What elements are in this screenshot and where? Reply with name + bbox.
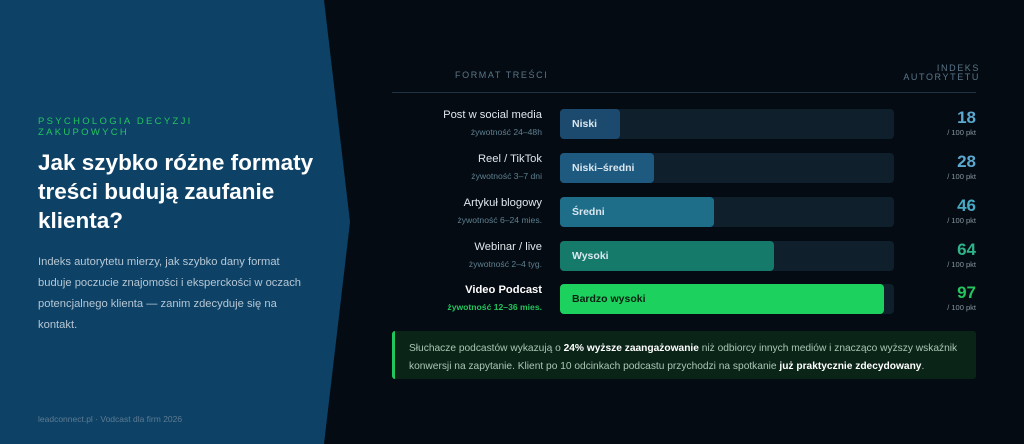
score-unit: / 100 pkt <box>947 128 976 137</box>
bar-track: Bardzo wysoki <box>560 284 894 314</box>
left-panel: PSYCHOLOGIA DECYZJI ZAKUPOWYCH Jak szybk… <box>0 0 350 444</box>
lifespan-label: żywotność 3–7 dni <box>471 171 542 181</box>
footer-credit: leadconnect.pl · Vodcast dla firm 2026 <box>38 414 183 424</box>
callout-bold-2: już praktycznie zdecydowany <box>779 361 922 372</box>
chart-row: Webinar / live żywotność 2–4 tyg. Wysoki 64… <box>392 240 976 274</box>
bar-label: Niski <box>572 118 598 130</box>
header-divider <box>392 92 976 93</box>
lifespan-label: żywotność 2–4 tyg. <box>468 259 542 269</box>
callout-bold-1: 24% wyższe zaangażowanie <box>563 343 699 354</box>
chart-row: Reel / TikTok żywotność 3–7 dni Niski–śred… <box>392 152 976 186</box>
score-value: 46 <box>957 196 976 215</box>
lifespan-label: żywotność 12–36 mies. <box>447 302 542 312</box>
chart-row: Artykuł blogowy żywotność 6–24 mies. Średn… <box>392 196 976 230</box>
chart-row: Post w social media żywotność 24–48h Niski… <box>392 108 976 142</box>
bar-label: Średni <box>572 206 605 218</box>
callout-text-1: Słuchacze podcastów wykazują o <box>409 343 564 354</box>
bar-track: Średni <box>560 197 894 227</box>
score-value: 28 <box>957 152 976 171</box>
bar-label: Niski–średni <box>572 162 635 174</box>
score-unit: / 100 pkt <box>947 303 976 312</box>
category-label: Post w social media <box>443 109 542 121</box>
score-unit: / 100 pkt <box>947 172 976 181</box>
chart-row: Video Podcast żywotność 12–36 mies. Bardzo… <box>392 283 976 317</box>
score-value: 64 <box>957 240 976 259</box>
bar-track: Niski <box>560 109 894 139</box>
category-label: Video Podcast <box>465 284 542 296</box>
score-unit: / 100 pkt <box>947 260 976 269</box>
score-unit: / 100 pkt <box>947 216 976 225</box>
bar-track: Wysoki <box>560 241 894 271</box>
insight-callout: Słuchacze podcastów wykazują o 24% wyższ… <box>392 331 976 379</box>
category-label: Webinar / live <box>474 241 542 253</box>
description: Indeks autorytetu mierzy, jak szybko dan… <box>38 256 302 331</box>
score-value: 97 <box>957 283 976 302</box>
score-value: 18 <box>957 108 976 127</box>
bar-label: Wysoki <box>572 250 609 262</box>
lifespan-label: żywotność 6–24 mies. <box>457 215 542 225</box>
category-label: Reel / TikTok <box>477 153 542 165</box>
category-label: Artykuł blogowy <box>463 197 542 209</box>
callout-text-3: . <box>921 361 925 372</box>
lifespan-label: żywotność 24–48h <box>470 127 542 137</box>
eyebrow-label: PSYCHOLOGIA DECYZJI ZAKUPOWYCH <box>38 116 193 138</box>
bar-track: Niski–średni <box>560 153 894 183</box>
page-title: Jak szybko różne formaty treści budują z… <box>38 150 314 233</box>
column-header-index: INDEKS AUTORYTETU <box>903 63 980 82</box>
column-header-format: FORMAT TREŚCI <box>455 70 549 80</box>
bar-label: Bardzo wysoki <box>572 293 646 305</box>
